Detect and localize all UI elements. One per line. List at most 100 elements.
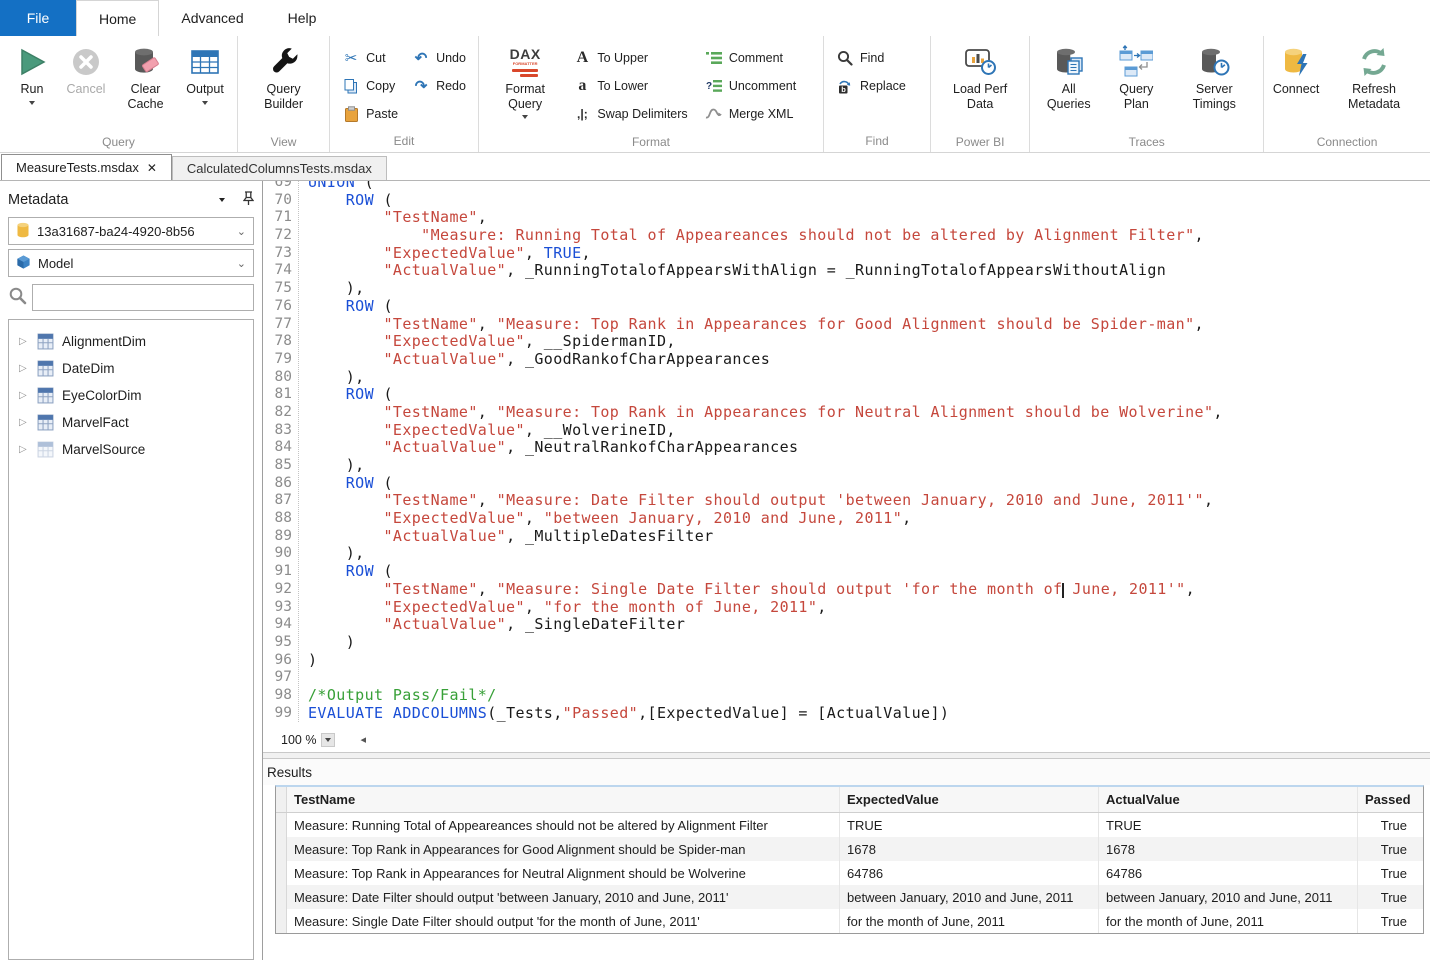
all-queries-button[interactable]: All Queries	[1035, 40, 1102, 132]
menu-tab-home[interactable]: Home	[76, 0, 159, 36]
paste-button[interactable]: Paste	[335, 100, 405, 127]
code-line-81[interactable]: ROW (	[308, 386, 1223, 404]
code-line-80[interactable]: ),	[308, 369, 1223, 387]
code-line-89[interactable]: "ActualValue", _MultipleDatesFilter	[308, 528, 1223, 546]
expander-icon[interactable]: ▷	[19, 336, 29, 347]
result-row[interactable]: Measure: Top Rank in Appearances for Goo…	[276, 837, 1423, 861]
server-timings-button[interactable]: Server Timings	[1170, 40, 1258, 132]
code-line-91[interactable]: ROW (	[308, 563, 1223, 581]
code-line-70[interactable]: ROW (	[308, 192, 1223, 210]
replace-button[interactable]: b Replace	[829, 72, 925, 99]
expander-icon[interactable]: ▷	[19, 363, 29, 374]
code-lines[interactable]: UNION ( ROW ( "TestName", "Measure: Runn…	[299, 181, 1223, 722]
code-line-98[interactable]: /*Output Pass/Fail*/	[308, 687, 1223, 705]
code-line-90[interactable]: ),	[308, 545, 1223, 563]
cancel-button[interactable]: Cancel	[59, 40, 113, 132]
connection-dropdown[interactable]: 13a31687-ba24-4920-8b56 ⌄	[8, 217, 254, 245]
uncomment-label: Uncomment	[729, 79, 796, 93]
redo-button[interactable]: ↷ Redo	[405, 72, 473, 99]
code-line-73[interactable]: "ExpectedValue", TRUE,	[308, 245, 1223, 263]
code-line-71[interactable]: "TestName",	[308, 209, 1223, 227]
menu-tab-help[interactable]: Help	[266, 0, 339, 36]
to-lower-icon: a	[573, 77, 591, 95]
code-line-75[interactable]: ),	[308, 280, 1223, 298]
zoom-level[interactable]: 100 %	[281, 733, 316, 747]
code-line-88[interactable]: "ExpectedValue", "between January, 2010 …	[308, 510, 1223, 528]
code-line-85[interactable]: ),	[308, 457, 1223, 475]
result-cell: Measure: Date Filter should output 'betw…	[287, 885, 840, 909]
tree-item-alignmentdim[interactable]: ▷ AlignmentDim	[11, 328, 251, 355]
doc-tab-calculatedcolumnstests[interactable]: CalculatedColumnsTests.msdax	[172, 156, 387, 180]
format-query-button[interactable]: DAX FORMATTER Format Query	[484, 40, 566, 132]
code-line-95[interactable]: )	[308, 634, 1223, 652]
column-header-passed[interactable]: Passed	[1358, 787, 1423, 812]
column-header-testname[interactable]: TestName	[287, 787, 840, 812]
uncomment-button[interactable]: ? Uncomment	[698, 72, 818, 99]
code-line-79[interactable]: "ActualValue", _GoodRankofCharAppearance…	[308, 351, 1223, 369]
run-dropdown-arrow[interactable]	[29, 101, 35, 105]
dax-formatter-icon: DAX FORMATTER	[510, 42, 541, 82]
results-splitter[interactable]	[263, 752, 1430, 759]
pane-dropdown-icon[interactable]	[219, 198, 225, 202]
query-plan-button[interactable]: Query Plan	[1102, 40, 1170, 132]
output-button[interactable]: Output	[178, 40, 232, 132]
code-line-87[interactable]: "TestName", "Measure: Date Filter should…	[308, 492, 1223, 510]
code-line-74[interactable]: "ActualValue", _RunningTotalofAppearsWit…	[308, 262, 1223, 280]
swap-delimiters-button[interactable]: ,|; Swap Delimiters	[566, 100, 697, 127]
code-line-83[interactable]: "ExpectedValue", __WolverineID,	[308, 422, 1223, 440]
tree-item-datedim[interactable]: ▷ DateDim	[11, 355, 251, 382]
code-line-99[interactable]: EVALUATE ADDCOLUMNS(_Tests,"Passed",[Exp…	[308, 705, 1223, 723]
code-line-94[interactable]: "ActualValue", _SingleDateFilter	[308, 616, 1223, 634]
run-button[interactable]: Run	[5, 40, 59, 132]
undo-button[interactable]: ↶ Undo	[405, 44, 473, 71]
menu-tab-advanced[interactable]: Advanced	[159, 0, 265, 36]
code-line-97[interactable]	[308, 669, 1223, 687]
column-header-expectedvalue[interactable]: ExpectedValue	[840, 787, 1099, 812]
find-button[interactable]: Find	[829, 44, 925, 71]
doc-tab-measuretests[interactable]: MeasureTests.msdax ✕	[1, 154, 172, 180]
code-line-82[interactable]: "TestName", "Measure: Top Rank in Appear…	[308, 404, 1223, 422]
close-icon[interactable]: ✕	[147, 161, 157, 175]
metadata-search-input[interactable]	[32, 284, 254, 311]
output-dropdown-arrow[interactable]	[202, 101, 208, 105]
menu-tab-file[interactable]: File	[0, 0, 76, 36]
code-line-96[interactable]: )	[308, 652, 1223, 670]
refresh-metadata-button[interactable]: Refresh Metadata	[1323, 40, 1425, 132]
zoom-dropdown[interactable]	[321, 733, 335, 747]
tree-item-eyecolordim[interactable]: ▷ EyeColorDim	[11, 382, 251, 409]
to-lower-button[interactable]: a To Lower	[566, 72, 697, 99]
copy-button[interactable]: Copy	[335, 72, 405, 99]
result-row[interactable]: Measure: Single Date Filter should outpu…	[276, 909, 1423, 933]
comment-button[interactable]: Comment	[698, 44, 818, 71]
load-perf-data-button[interactable]: Load Perf Data	[936, 40, 1024, 132]
connect-button[interactable]: Connect	[1269, 40, 1323, 132]
tree-item-marvelfact[interactable]: ▷ MarvelFact	[11, 409, 251, 436]
code-line-86[interactable]: ROW (	[308, 475, 1223, 493]
expander-icon[interactable]: ▷	[19, 444, 29, 455]
expander-icon[interactable]: ▷	[19, 390, 29, 401]
hscroll-left-arrow[interactable]: ◂	[360, 733, 366, 746]
column-header-actualvalue[interactable]: ActualValue	[1099, 787, 1358, 812]
result-row[interactable]: Measure: Top Rank in Appearances for Neu…	[276, 861, 1423, 885]
code-line-78[interactable]: "ExpectedValue", __SpidermanID,	[308, 333, 1223, 351]
code-line-72[interactable]: "Measure: Running Total of Appeareances …	[308, 227, 1223, 245]
cut-button[interactable]: ✂ Cut	[335, 44, 405, 71]
merge-xml-button[interactable]: Merge XML	[698, 100, 818, 127]
clear-cache-button[interactable]: Clear Cache	[113, 40, 178, 132]
query-builder-button[interactable]: Query Builder	[243, 40, 324, 132]
code-line-92[interactable]: "TestName", "Measure: Single Date Filter…	[308, 581, 1223, 599]
tree-item-marvelsource[interactable]: ▷ MarvelSource	[11, 436, 251, 463]
code-line-76[interactable]: ROW (	[308, 298, 1223, 316]
code-line-69[interactable]: UNION (	[308, 181, 1223, 192]
model-dropdown[interactable]: Model ⌄	[8, 249, 254, 277]
result-row[interactable]: Measure: Running Total of Appeareances s…	[276, 813, 1423, 837]
pin-icon[interactable]	[243, 191, 254, 210]
to-upper-button[interactable]: A To Upper	[566, 44, 697, 71]
code-editor[interactable]: 6970717273747576777879808182838485868788…	[263, 181, 1430, 727]
format-query-dropdown-arrow[interactable]	[522, 115, 528, 119]
expander-icon[interactable]: ▷	[19, 417, 29, 428]
result-row[interactable]: Measure: Date Filter should output 'betw…	[276, 885, 1423, 909]
code-line-77[interactable]: "TestName", "Measure: Top Rank in Appear…	[308, 316, 1223, 334]
code-line-93[interactable]: "ExpectedValue", "for the month of June,…	[308, 599, 1223, 617]
code-line-84[interactable]: "ActualValue", _NeutralRankofCharAppeara…	[308, 439, 1223, 457]
